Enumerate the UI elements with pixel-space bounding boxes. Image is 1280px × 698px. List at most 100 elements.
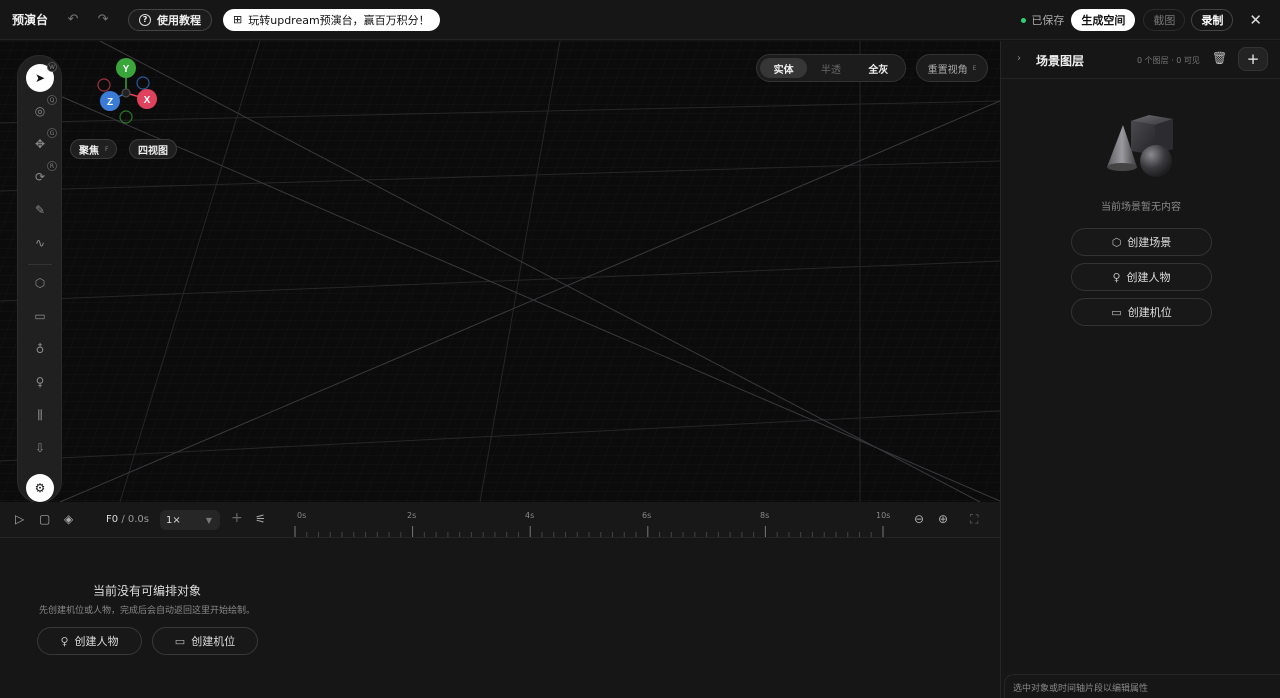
sliders-icon: ⚙ [34, 481, 46, 495]
top-bar: 预演台 ↶ ↷ ? 使用教程 ⊞ 玩转updream预演台，赢百万积分！ 已保存… [0, 0, 1280, 40]
app-title: 预演台 [12, 13, 49, 27]
axis-gizmo[interactable]: Y Z X [90, 51, 170, 131]
light-tool[interactable]: ♁ [26, 335, 54, 363]
stop-icon[interactable]: ▢ [39, 512, 50, 526]
keyframe-icon[interactable]: ◈ [64, 512, 73, 526]
trash-icon[interactable]: 🗑 [1212, 51, 1227, 65]
camera-icon: ▭ [174, 634, 186, 648]
person-icon: ♀ [60, 634, 69, 648]
orbit-icon: ◎ [34, 104, 46, 118]
tutorial-button[interactable]: ? 使用教程 [128, 8, 213, 31]
create-camera-label: 创建机位 [191, 635, 236, 648]
speed-select[interactable]: 1× ▼ [160, 510, 220, 530]
record-button[interactable]: 录制 [1191, 9, 1234, 31]
shortcut-badge: G [47, 128, 57, 138]
create-camera-button[interactable]: ▭ 创建机位 [1071, 298, 1212, 326]
shortcut-badge: E [972, 64, 977, 72]
speed-value: 1× [166, 514, 181, 526]
play-icon[interactable]: ▷ [15, 512, 24, 526]
promo-button[interactable]: ⊞ 玩转updream预演台，赢百万积分！ [223, 8, 440, 31]
focus-button[interactable]: 聚焦 F [70, 139, 118, 159]
fit-icon[interactable]: ⛶ [970, 512, 978, 527]
z-axis-label: Z [107, 97, 113, 108]
path-tool[interactable]: ∿ [26, 229, 54, 257]
import-icon: ⇩ [34, 441, 46, 455]
saved-status: 已保存 [1031, 14, 1065, 27]
move-tool[interactable]: ✥ G [26, 128, 57, 158]
library-tool[interactable]: ⫼ [26, 401, 54, 429]
time-ruler[interactable]: 0s 2s 4s 6s 8s 10s [294, 502, 894, 538]
scene-object-tool[interactable]: ⬡ [26, 269, 54, 297]
tutorial-label: 使用教程 [157, 13, 202, 27]
frame-readout: F0 / 0.0s [106, 514, 149, 525]
rotate-icon: ⟳ [34, 170, 46, 184]
bulb-icon: ♁ [35, 342, 45, 356]
neg-z-handle[interactable] [136, 76, 150, 90]
y-axis-label: Y [123, 64, 130, 75]
neg-y-handle[interactable] [119, 110, 133, 124]
empty-scene-illustration [1107, 115, 1173, 177]
reset-view-button[interactable]: 重置视角 E [916, 54, 988, 82]
quad-view-label: 四视图 [138, 145, 168, 157]
create-person-button[interactable]: ♀ 创建人物 [37, 627, 142, 655]
add-track-icon[interactable]: + [231, 510, 243, 526]
properties-hint: 选中对象或时间轴片段以编辑属性 [1004, 674, 1280, 698]
mode-translucent[interactable]: 半透 [807, 58, 854, 78]
promo-label: 玩转updream预演台，赢百万积分！ [248, 13, 430, 27]
create-camera-label: 创建机位 [1127, 306, 1172, 319]
create-person-label: 创建人物 [74, 635, 119, 648]
zoom-in-icon[interactable]: ⊕ [938, 512, 948, 526]
3d-viewport[interactable]: ➤ W ◎ Q ✥ G ⟳ R ✎ ∿ ⬡ ▭ ♁ ♀ ⫼ ⇩ ⚙ Y Z X … [0, 41, 1000, 502]
select-tool[interactable]: ➤ W [26, 62, 57, 92]
empty-scene-text: 当前场景暂无内容 [1101, 202, 1181, 213]
cube-icon: ⬡ [1111, 235, 1122, 249]
mode-gray[interactable]: 全灰 [855, 58, 902, 78]
screenshot-button[interactable]: 截图 [1143, 9, 1186, 31]
rotate-tool[interactable]: ⟳ R [26, 161, 57, 191]
person-icon: ♀ [35, 375, 45, 389]
gizmo-center [121, 88, 131, 98]
gift-icon: ⊞ [233, 13, 243, 26]
x-axis-label: X [144, 95, 151, 106]
empty-title: 当前没有可编排对象 [92, 584, 201, 598]
chevron-down-icon: ▼ [205, 515, 212, 525]
path-icon: ∿ [34, 236, 46, 250]
ruler-ticks [294, 526, 884, 537]
left-toolbar: ➤ W ◎ Q ✥ G ⟳ R ✎ ∿ ⬡ ▭ ♁ ♀ ⫼ ⇩ ⚙ [17, 55, 62, 502]
pen-icon: ✎ [34, 203, 46, 217]
render-mode-group: 实体 半透 全灰 [756, 54, 906, 82]
layer-count: 0 个图层 · 0 可见 [1137, 56, 1200, 65]
shortcut-badge: R [47, 161, 57, 171]
cursor-icon: ➤ [34, 71, 46, 85]
empty-subtitle: 先创建机位或人物，完成后会自动返回这里开始绘制。 [38, 606, 255, 616]
settings-tool[interactable]: ⚙ [26, 474, 54, 502]
panel-header: › 场景图层 0 个图层 · 0 可见 🗑 + [1001, 41, 1280, 79]
chevron-right-icon[interactable]: › [1017, 53, 1021, 64]
undo-icon[interactable]: ↶ [66, 12, 80, 27]
person-tool[interactable]: ♀ [26, 368, 54, 396]
import-tool[interactable]: ⇩ [26, 434, 54, 462]
shortcut-badge: Q [47, 95, 57, 105]
orbit-tool[interactable]: ◎ Q [26, 95, 57, 125]
person-icon: ♀ [1112, 270, 1121, 284]
generate-space-button[interactable]: 生成空间 [1071, 9, 1136, 31]
mode-solid[interactable]: 实体 [760, 58, 808, 78]
zoom-out-icon[interactable]: ⊖ [914, 512, 924, 526]
create-scene-button[interactable]: ⬡ 创建场景 [1071, 228, 1212, 256]
camera-tool[interactable]: ▭ [26, 302, 54, 330]
create-person-button[interactable]: ♀ 创建人物 [1071, 263, 1212, 291]
redo-icon[interactable]: ↷ [96, 12, 110, 27]
create-camera-button[interactable]: ▭ 创建机位 [152, 627, 258, 655]
add-layer-button[interactable]: + [1238, 47, 1268, 71]
top-right-actions: 已保存 生成空间 截图 录制 ✕ [1021, 0, 1280, 40]
close-icon[interactable]: ✕ [1249, 11, 1262, 29]
shortcut-badge: F [105, 145, 109, 153]
camera-icon: ▭ [34, 309, 46, 323]
quad-view-button[interactable]: 四视图 [129, 139, 177, 159]
timeline-controls: ▷ ▢ ◈ F0 / 0.0s 1× ▼ + ⚟ 0s 2s 4s 6s 8s … [0, 502, 1000, 538]
pen-tool[interactable]: ✎ [26, 196, 54, 224]
reset-view-label: 重置视角 [927, 64, 968, 76]
create-scene-label: 创建场景 [1127, 236, 1172, 249]
neg-x-handle[interactable] [97, 78, 111, 92]
tune-icon[interactable]: ⚟ [255, 512, 266, 526]
